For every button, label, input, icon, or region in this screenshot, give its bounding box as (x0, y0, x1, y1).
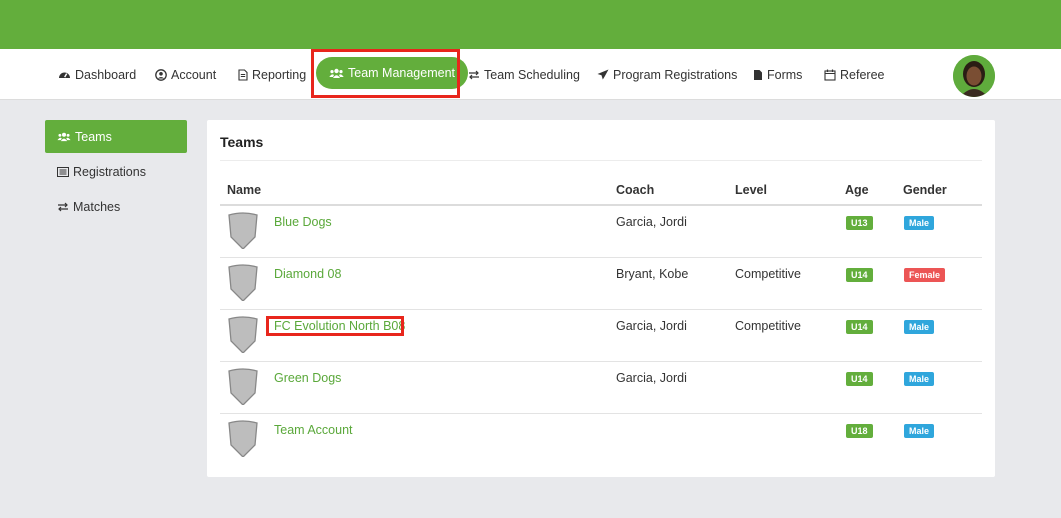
calendar-icon (824, 69, 836, 81)
team-shield-icon (228, 420, 258, 457)
column-header-gender[interactable]: Gender (903, 183, 947, 197)
nav-referee-label: Referee (840, 67, 885, 82)
team-shield-icon (228, 316, 258, 353)
top-banner (0, 0, 1061, 49)
age-badge: U14 (846, 268, 873, 282)
team-name-link[interactable]: Blue Dogs (274, 215, 332, 229)
main-nav: Dashboard Account Reporting Team Managem… (0, 49, 1061, 100)
avatar[interactable] (953, 55, 995, 97)
panel-title: Teams (220, 134, 264, 150)
nav-account-label: Account (171, 67, 217, 82)
document-icon (238, 68, 248, 81)
sidebar-item-label: Teams (75, 129, 112, 144)
age-badge: U18 (846, 424, 873, 438)
dashboard-icon (58, 69, 71, 80)
nav-program-registrations[interactable]: Program Registrations (597, 49, 737, 100)
nav-dashboard[interactable]: Dashboard (58, 49, 136, 100)
nav-account[interactable]: Account (155, 49, 216, 100)
table-row: Green Dogs Garcia, Jordi U14 Male (220, 362, 982, 414)
sidebar-item-label: Matches (73, 199, 121, 214)
age-badge: U14 (846, 372, 873, 386)
team-shield-icon (228, 264, 258, 301)
sidebar-item-matches[interactable]: Matches (45, 190, 187, 223)
divider (220, 160, 982, 161)
sidebar-item-teams[interactable]: Teams (45, 120, 187, 153)
table-row: Diamond 08 Bryant, Kobe Competitive U14 … (220, 258, 982, 310)
team-name-link[interactable]: Green Dogs (274, 371, 341, 385)
nav-dashboard-label: Dashboard (75, 67, 137, 82)
column-header-level[interactable]: Level (735, 183, 767, 197)
nav-forms[interactable]: Forms (753, 49, 802, 100)
coach-cell: Garcia, Jordi (616, 371, 687, 385)
nav-team-management-label: Team Management (348, 66, 456, 80)
age-badge: U14 (846, 320, 873, 334)
nav-program-registrations-label: Program Registrations (613, 67, 738, 82)
team-name-link[interactable]: FC Evolution North B08 (274, 319, 405, 333)
gender-badge: Male (904, 216, 935, 230)
team-shield-icon (228, 212, 258, 249)
column-header-name[interactable]: Name (227, 183, 261, 197)
level-cell: Competitive (735, 267, 801, 281)
nav-reporting[interactable]: Reporting (238, 49, 306, 100)
paper-plane-icon (597, 69, 609, 80)
coach-cell: Bryant, Kobe (616, 267, 689, 281)
nav-reporting-label: Reporting (252, 67, 307, 82)
exchange-icon (57, 202, 69, 212)
gender-badge: Male (904, 372, 935, 386)
team-shield-icon (228, 368, 258, 405)
team-name-link[interactable]: Team Account (274, 423, 353, 437)
coach-cell: Garcia, Jordi (616, 215, 687, 229)
table-row: Blue Dogs Garcia, Jordi U13 Male (220, 206, 982, 258)
sidebar-item-label: Registrations (73, 164, 146, 179)
file-icon (753, 69, 763, 81)
nav-forms-label: Forms (767, 67, 803, 82)
list-icon (57, 166, 69, 177)
nav-team-management[interactable]: Team Management (316, 57, 469, 89)
nav-referee[interactable]: Referee (824, 49, 884, 100)
users-icon (57, 132, 71, 142)
team-name-link[interactable]: Diamond 08 (274, 267, 341, 281)
table-row: Team Account U18 Male (220, 414, 982, 466)
nav-team-scheduling-label: Team Scheduling (484, 67, 580, 82)
users-icon (329, 68, 344, 79)
column-header-coach[interactable]: Coach (616, 183, 654, 197)
age-badge: U13 (846, 216, 873, 230)
level-cell: Competitive (735, 319, 801, 333)
teams-panel: Teams Name Coach Level Age Gender Blue D… (207, 120, 995, 477)
table-row: FC Evolution North B08 Garcia, Jordi Com… (220, 310, 982, 362)
gender-badge: Male (904, 424, 935, 438)
gender-badge: Female (904, 268, 946, 282)
user-circle-icon (155, 68, 167, 81)
coach-cell: Garcia, Jordi (616, 319, 687, 333)
exchange-icon (468, 70, 480, 80)
nav-team-scheduling[interactable]: Team Scheduling (468, 49, 580, 100)
gender-badge: Male (904, 320, 935, 334)
column-header-age[interactable]: Age (845, 183, 869, 197)
sidebar-item-registrations[interactable]: Registrations (45, 155, 187, 188)
